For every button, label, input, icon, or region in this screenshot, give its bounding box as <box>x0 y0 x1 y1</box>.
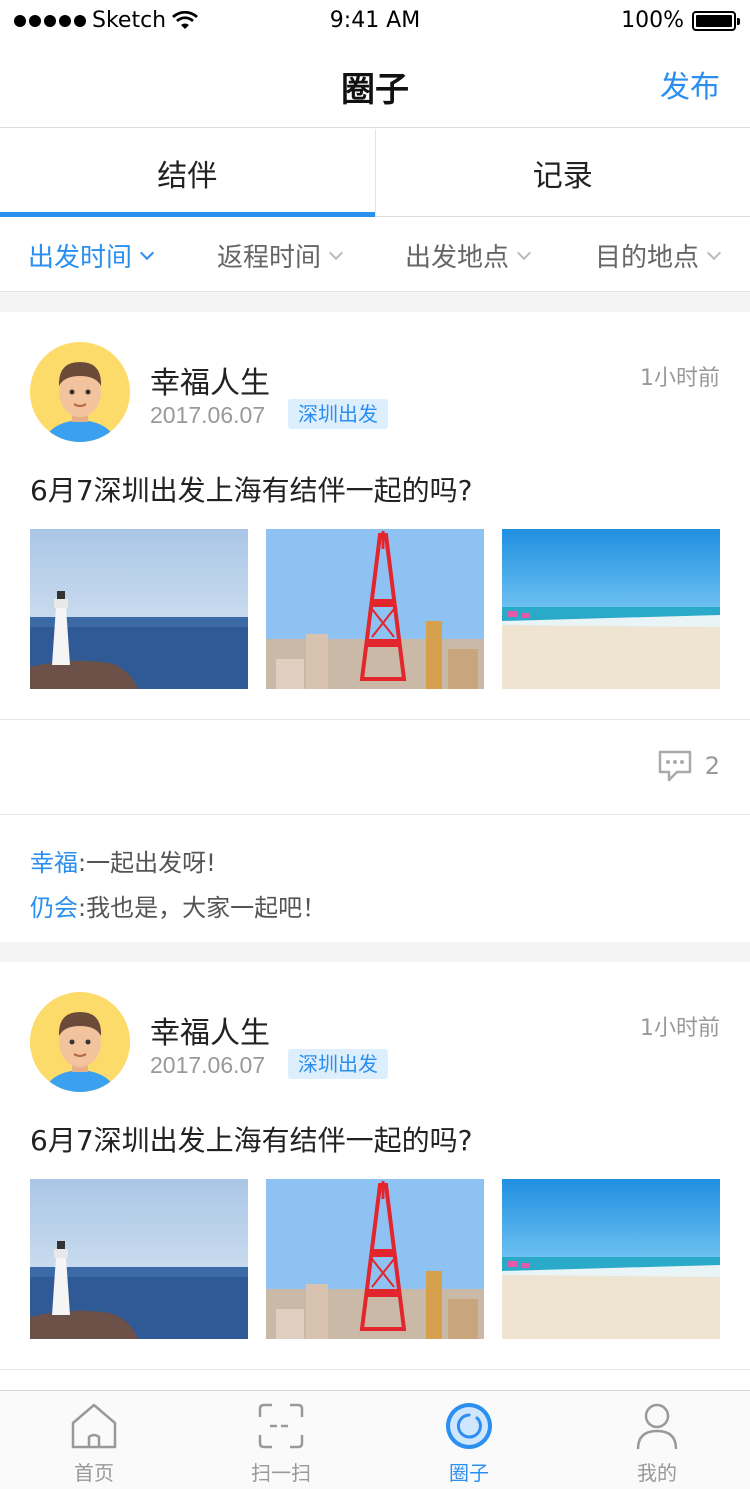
circle-icon <box>446 1403 492 1449</box>
filter-label: 出发时间 <box>28 243 133 273</box>
comment-icon <box>658 750 691 782</box>
tab-home[interactable]: 首页 <box>24 1391 164 1489</box>
comment-button[interactable]: 2 <box>657 749 720 783</box>
profile-icon <box>636 1403 678 1450</box>
tab-label: 圈子 <box>449 1461 489 1485</box>
tab-label: 我的 <box>637 1461 677 1485</box>
post-time: 1小时前 <box>640 1016 720 1041</box>
comment-count: 2 <box>704 752 720 780</box>
avatar[interactable] <box>30 342 130 442</box>
post-date: 2017.06.07 <box>150 402 266 428</box>
status-bar: Sketch 9:41 AM 100% <box>0 0 750 42</box>
photo-tower[interactable] <box>266 529 484 689</box>
battery-percent: 100% <box>621 8 684 33</box>
chevron-down-icon <box>139 245 155 260</box>
segment-tabs: 结伴 记录 <box>0 129 750 217</box>
publish-button[interactable]: 发布 <box>660 62 720 106</box>
comment-text: :一起出发呀! <box>78 849 216 877</box>
page-title: 圈子 <box>341 70 409 110</box>
comment-item: 仍会:我也是，大家一起吧！ <box>30 888 326 923</box>
battery-icon <box>692 10 740 31</box>
divider <box>0 814 750 815</box>
post-text: 6月7深圳出发上海有结伴一起的吗? <box>30 474 473 507</box>
filter-departure-place[interactable]: 出发地点 <box>405 237 532 274</box>
comment-user[interactable]: 幸福 <box>30 849 78 877</box>
photo-tower[interactable] <box>266 1179 484 1339</box>
avatar[interactable] <box>30 992 130 1092</box>
tab-label: 首页 <box>74 1461 114 1485</box>
tab-companion[interactable]: 结伴 <box>0 129 375 217</box>
chevron-down-icon <box>328 245 344 260</box>
post-username[interactable]: 幸福人生 <box>150 358 270 402</box>
divider <box>0 719 750 720</box>
post-card[interactable]: 幸福人生 2017.06.07 深圳出发 1小时前 6月7深圳出发上海有结伴一起… <box>0 962 750 1390</box>
photo-grid <box>30 529 720 689</box>
photo-grid <box>30 1179 720 1339</box>
filter-label: 目的地点 <box>595 243 700 273</box>
post-username[interactable]: 幸福人生 <box>150 1008 270 1052</box>
photo-beach[interactable] <box>502 1179 720 1339</box>
section-gap <box>0 942 750 962</box>
chevron-down-icon <box>516 245 532 260</box>
comment-item: 幸福:一起出发呀! <box>30 843 216 878</box>
status-right: 100% <box>621 8 740 33</box>
tab-records[interactable]: 记录 <box>374 129 750 216</box>
photo-beach[interactable] <box>502 529 720 689</box>
filter-label: 出发地点 <box>405 243 510 273</box>
departure-tag: 深圳出发 <box>288 1049 388 1079</box>
tab-scan[interactable]: 扫一扫 <box>211 1391 351 1489</box>
photo-lighthouse[interactable] <box>30 529 248 689</box>
departure-tag: 深圳出发 <box>288 399 388 429</box>
post-text: 6月7深圳出发上海有结伴一起的吗? <box>30 1124 473 1157</box>
tab-profile[interactable]: 我的 <box>587 1391 727 1489</box>
photo-lighthouse[interactable] <box>30 1179 248 1339</box>
scan-icon <box>258 1403 304 1449</box>
tab-label: 扫一扫 <box>251 1461 311 1485</box>
nav-bar: 圈子 发布 <box>0 42 750 128</box>
post-date: 2017.06.07 <box>150 1052 266 1078</box>
tab-circle[interactable]: 圈子 <box>399 1391 539 1489</box>
comment-user[interactable]: 仍会 <box>30 894 78 922</box>
filter-return-time[interactable]: 返程时间 <box>217 237 344 274</box>
comment-text: :我也是，大家一起吧！ <box>78 894 327 922</box>
filter-destination[interactable]: 目的地点 <box>595 237 722 274</box>
filter-bar: 出发时间 返程时间 出发地点 目的地点 <box>0 217 750 292</box>
post-card[interactable]: 幸福人生 2017.06.07 深圳出发 1小时前 6月7深圳出发上海有结伴一起… <box>0 312 750 942</box>
tab-bar: 首页 扫一扫 圈子 我的 <box>0 1390 750 1489</box>
section-gap <box>0 292 750 312</box>
filter-departure-time[interactable]: 出发时间 <box>28 237 155 274</box>
chevron-down-icon <box>706 245 722 260</box>
divider <box>0 1369 750 1370</box>
filter-label: 返程时间 <box>217 243 322 273</box>
post-time: 1小时前 <box>640 366 720 391</box>
home-icon <box>71 1403 117 1449</box>
